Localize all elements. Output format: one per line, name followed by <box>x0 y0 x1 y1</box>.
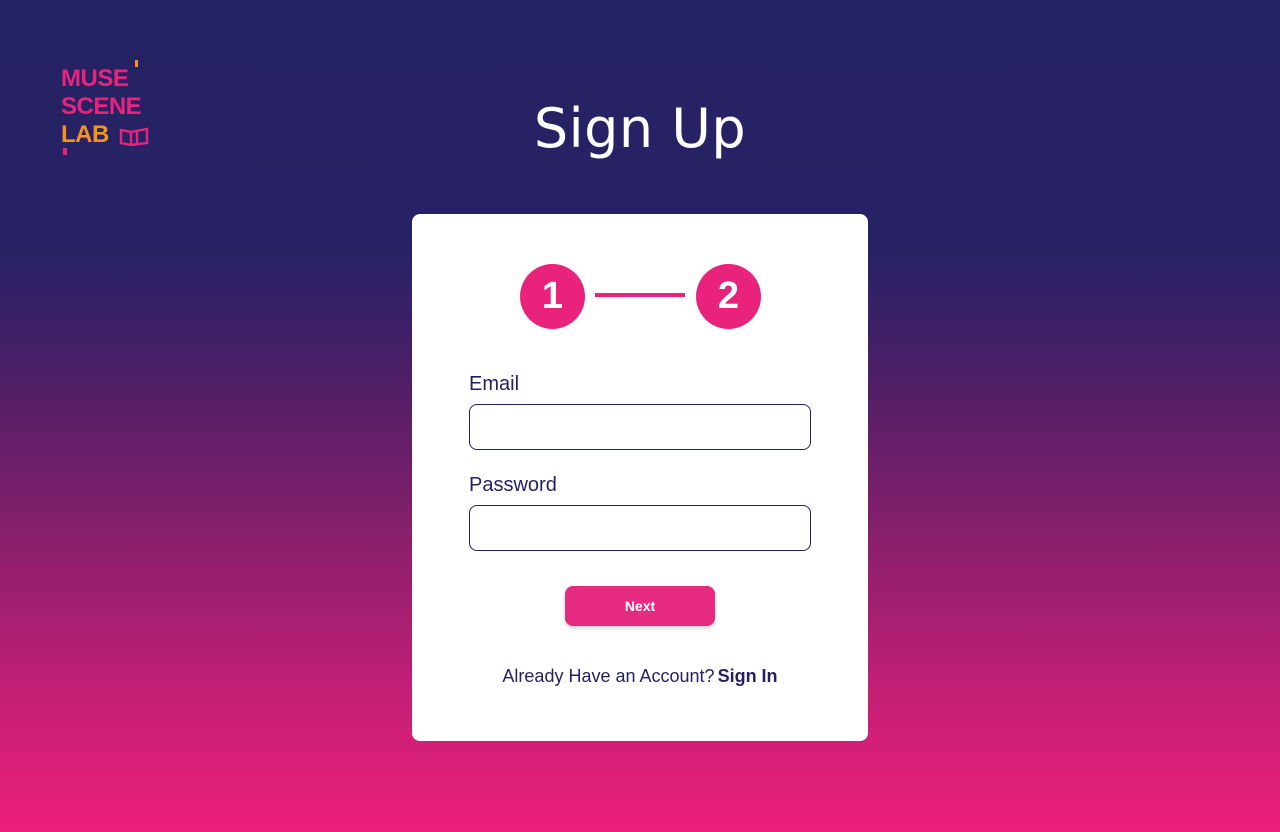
next-button[interactable]: Next <box>565 586 715 626</box>
step-indicator-1: 1 <box>520 264 585 329</box>
page-title: Sign Up <box>533 97 747 160</box>
password-label: Password <box>469 474 557 496</box>
signup-card: 1 2 Email Password Next Already Have an … <box>412 214 868 741</box>
email-field[interactable] <box>469 404 811 450</box>
password-field[interactable] <box>469 505 811 551</box>
step-indicator-2: 2 <box>696 264 761 329</box>
logo-accent-mark <box>135 60 138 67</box>
logo-text-muse: MUSE <box>61 65 129 92</box>
signin-link[interactable]: Sign In <box>718 666 778 686</box>
signin-prompt: Already Have an Account? Sign In <box>412 665 868 687</box>
step-connector <box>595 293 685 297</box>
email-label: Email <box>469 373 520 395</box>
signin-prompt-text: Already Have an Account? <box>502 666 715 686</box>
